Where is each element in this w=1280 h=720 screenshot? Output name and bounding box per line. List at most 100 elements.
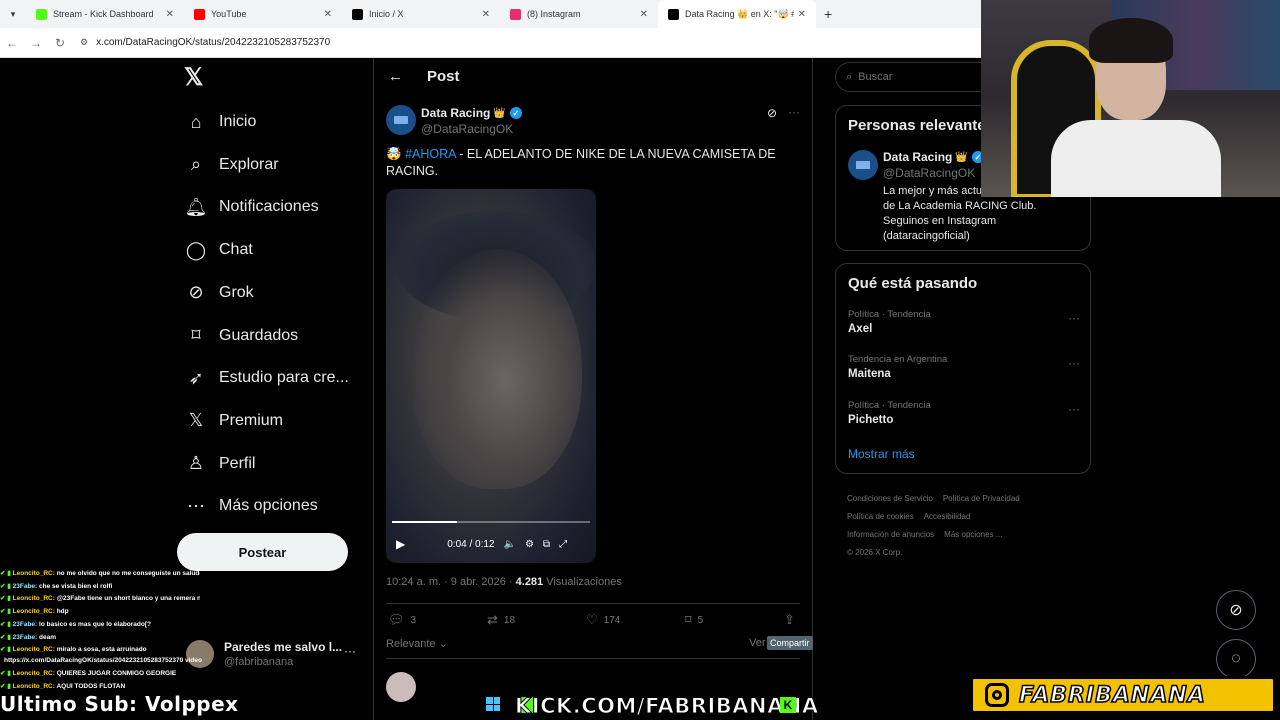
tab-label: Inicio / X xyxy=(369,9,404,19)
sidebar-item-chat[interactable]: ◯ Chat xyxy=(185,235,253,265)
close-tab-icon[interactable]: ✕ xyxy=(482,9,490,20)
sidebar-item-explorar[interactable]: ⌕ Explorar xyxy=(185,150,279,180)
url-field[interactable]: ⚙ x.com/DataRacingOK/status/2042232105283… xyxy=(80,37,330,48)
browser-tab-active[interactable]: Data Racing 👑 en X: "🤯 #AH ✕ xyxy=(658,0,816,28)
browser-tab[interactable]: YouTube ✕ xyxy=(184,0,342,28)
browser-tab[interactable]: Stream - Kick Dashboard ✕ xyxy=(26,0,184,28)
chat-username: Leoncito_RC: xyxy=(12,595,55,603)
chat-badge-icon: ✔ ▮ xyxy=(0,669,13,677)
tab-search-button[interactable]: ▾ xyxy=(0,9,26,20)
search-icon: ⌕ xyxy=(846,70,853,83)
x-logo-icon[interactable]: 𝕏 xyxy=(184,66,208,90)
sidebar-item-guardados[interactable]: ⌑ Guardados xyxy=(185,321,298,351)
more-icon[interactable]: ··· xyxy=(1068,356,1080,370)
like-button[interactable]: ♡ 174 xyxy=(586,612,620,628)
footer-link[interactable]: Condiciones de Servicio xyxy=(847,494,933,503)
heart-icon: ♡ xyxy=(586,612,598,627)
sidebar-item-label: Notificaciones xyxy=(219,198,319,216)
new-tab-button[interactable]: + xyxy=(816,6,840,22)
more-icon[interactable]: ··· xyxy=(1068,311,1080,325)
chat-text: AQUI TODOS FLOTAN xyxy=(54,682,126,690)
reply-button[interactable]: 💬︎ 3 xyxy=(388,612,416,628)
messages-fab-icon[interactable]: ◌ xyxy=(1216,639,1256,679)
sidebar-item-label: Estudio para cre... xyxy=(219,369,349,387)
trends-panel: Qué está pasando Política · Tendencia Axe… xyxy=(835,263,1091,474)
relevant-handle[interactable]: @DataRacingOK xyxy=(883,166,975,180)
sidebar-item-estudio-para-cre-[interactable]: ➶ Estudio para cre... xyxy=(185,363,349,393)
more-icon[interactable]: ··· xyxy=(1068,402,1080,416)
footer-link[interactable]: Accesibilidad xyxy=(924,512,971,521)
chat-message: ✔ ▮ Leoncito_RC: @23Fabe tiene un short … xyxy=(0,593,200,606)
views-label: Visualizaciones xyxy=(543,576,622,588)
bookmark-icon: ⌑ xyxy=(685,612,692,627)
author-handle[interactable]: @DataRacingOK xyxy=(421,122,513,136)
browser-tab[interactable]: Inicio / X ✕ xyxy=(342,0,500,28)
sidebar-item-premium[interactable]: 𝕏 Premium xyxy=(185,406,283,436)
reply-sort-dropdown[interactable]: Relevante ⌄ xyxy=(386,637,448,650)
footer-link[interactable]: Información de anuncios xyxy=(847,530,934,539)
account-handle: @fabribanana xyxy=(224,656,294,668)
sidebar-item-más-opciones[interactable]: ⋯ Más opciones xyxy=(185,491,318,521)
video-progress-bar[interactable] xyxy=(392,521,590,523)
account-switcher[interactable]: Paredes me salvo l... @fabribanana ··· xyxy=(186,640,366,670)
author-name[interactable]: Data Racing 👑 ✓ xyxy=(421,106,522,120)
chat-badge-icon: ✔ ▮ xyxy=(0,608,13,616)
streamer-body xyxy=(1051,120,1221,197)
grok-icon[interactable]: ⊘ xyxy=(767,106,777,120)
person-icon: ♙ xyxy=(187,453,205,474)
footer-link[interactable]: Más opciones ... xyxy=(944,530,1002,539)
reload-icon[interactable]: ↻ xyxy=(48,36,72,50)
post-actions: 💬︎ 3 ⇄ 18 ♡ 174 ⌑ 5 ⇪ xyxy=(386,612,800,632)
more-icon[interactable]: ··· xyxy=(788,105,800,119)
play-icon[interactable]: ▶ xyxy=(396,537,405,551)
chat-link: https://x.com/DataRacingOK/status/204223… xyxy=(4,657,202,664)
trend-item[interactable]: Política · Tendencia Axel ··· xyxy=(848,309,1080,345)
post-button[interactable]: Postear xyxy=(177,533,348,571)
grok-fab-icon[interactable]: ⊘ xyxy=(1216,590,1256,630)
sidebar-item-label: Chat xyxy=(219,241,253,259)
sidebar-item-label: Perfil xyxy=(219,454,256,472)
author-avatar[interactable] xyxy=(386,105,416,135)
sidebar-item-inicio[interactable]: ⌂ Inicio xyxy=(185,107,257,137)
back-icon[interactable]: ← xyxy=(0,36,24,50)
close-tab-icon[interactable]: ✕ xyxy=(640,9,648,20)
windows-start-icon[interactable] xyxy=(486,697,500,711)
x-favicon-icon xyxy=(668,8,679,20)
rocket-icon: ➶ xyxy=(188,367,204,388)
trend-item[interactable]: Política · Tendencia Pichetto ··· xyxy=(848,400,1080,436)
share-button[interactable]: ⇪ xyxy=(784,612,801,628)
relevant-name[interactable]: Data Racing 👑 ✓ xyxy=(883,150,984,164)
chat-text: miralo a sosa, esta arruinado xyxy=(54,646,147,654)
chat-username: 23Fabe: xyxy=(12,633,38,641)
more-icon[interactable]: ··· xyxy=(344,644,356,658)
view-link[interactable]: Ver xyxy=(749,637,766,649)
kick-logo-icon: K xyxy=(780,697,796,713)
close-tab-icon[interactable]: ✕ xyxy=(798,9,806,20)
bookmark-count: 5 xyxy=(697,614,704,626)
author-avatar[interactable] xyxy=(848,150,878,180)
volume-icon[interactable]: 🔈 xyxy=(504,539,516,550)
back-arrow-icon[interactable]: ← xyxy=(388,68,403,85)
post-timestamp[interactable]: 10:24 a. m. · 9 abr. 2026 · xyxy=(386,576,516,588)
trend-item[interactable]: Tendencia en Argentina Maitena ··· xyxy=(848,354,1080,390)
footer-link[interactable]: Política de cookies xyxy=(847,512,914,521)
footer-link[interactable]: Política de Privacidad xyxy=(943,494,1020,503)
instagram-banner: FABRIBANANA xyxy=(970,676,1276,714)
hashtag-link[interactable]: #AHORA xyxy=(405,147,456,161)
sidebar-item-grok[interactable]: ⊘ Grok xyxy=(185,278,253,308)
sidebar-item-notificaciones[interactable]: 🔔︎ Notificaciones xyxy=(185,192,319,222)
sidebar-item-perfil[interactable]: ♙ Perfil xyxy=(185,449,256,479)
show-more-link[interactable]: Mostrar más xyxy=(848,447,915,461)
fullscreen-icon[interactable]: ⤢ xyxy=(559,539,567,550)
picture-in-picture-icon[interactable]: ⧉ xyxy=(543,539,550,550)
forward-icon[interactable]: → xyxy=(24,36,48,50)
repost-button[interactable]: ⇄ 18 xyxy=(487,612,515,628)
stream-chat: ✔ ▮ Leoncito_RC: no me olvido que no me … xyxy=(0,568,200,693)
settings-icon[interactable]: ⚙ xyxy=(525,539,534,550)
video-player[interactable]: ▶ 0:04 / 0:12 🔈 ⚙ ⧉ ⤢ xyxy=(386,189,596,563)
close-tab-icon[interactable]: ✕ xyxy=(324,9,332,20)
browser-tab[interactable]: (8) Instagram ✕ xyxy=(500,0,658,28)
close-tab-icon[interactable]: ✕ xyxy=(166,9,174,20)
bookmark-button[interactable]: ⌑ 5 xyxy=(685,612,703,628)
site-info-icon[interactable]: ⚙ xyxy=(80,37,88,48)
